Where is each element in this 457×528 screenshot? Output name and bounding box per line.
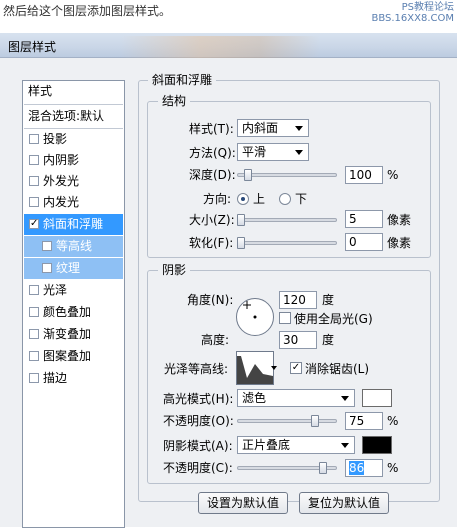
highlight-opacity-unit: % <box>387 414 399 428</box>
checkbox[interactable] <box>29 307 39 317</box>
highlight-mode-label: 高光模式(H): <box>163 392 234 406</box>
highlight-mode-dropdown[interactable]: 滤色 <box>237 389 355 407</box>
styles-list: 样式 混合选项:默认 投影 内阴影 外发光 内发光 ✓ 斜面和浮雕 等高线 纹理… <box>22 80 125 528</box>
size-slider-thumb[interactable] <box>237 214 245 226</box>
highlight-opacity-slider[interactable] <box>237 419 337 423</box>
chevron-down-icon <box>295 150 303 155</box>
checkbox[interactable] <box>29 134 39 144</box>
anti-alias-checkbox[interactable]: ✓ <box>290 362 302 374</box>
make-default-button[interactable]: 设置为默认值 <box>198 492 288 514</box>
checkbox[interactable] <box>29 351 39 361</box>
direction-down-radio[interactable] <box>279 193 291 205</box>
checkbox[interactable] <box>42 241 52 251</box>
style-item-bevel-emboss[interactable]: ✓ 斜面和浮雕 <box>24 214 123 235</box>
technique-dropdown[interactable]: 平滑 <box>237 143 309 161</box>
styles-header[interactable]: 样式 <box>24 81 123 102</box>
contour-dropdown-arrow-icon[interactable] <box>271 366 277 370</box>
angle-label: 角度(N): <box>187 293 234 307</box>
altitude-unit: 度 <box>322 333 335 347</box>
soften-slider[interactable] <box>237 241 337 245</box>
style-item-outer-glow[interactable]: 外发光 <box>24 171 123 192</box>
global-light-label: 使用全局光(G) <box>294 312 373 326</box>
watermark-line-2: BBS.16XX8.COM <box>371 13 454 24</box>
caption-text: 然后给这个图层添加图层样式。 <box>3 4 172 18</box>
dialog-title: 图层样式 <box>8 40 57 54</box>
size-label: 大小(Z): <box>189 213 235 227</box>
checkbox-checked[interactable]: ✓ <box>29 219 39 229</box>
style-item-color-overlay[interactable]: 颜色叠加 <box>24 302 123 323</box>
background-photo-strip <box>120 36 320 58</box>
style-item-satin[interactable]: 光泽 <box>24 280 123 301</box>
structure-title: 结构 <box>158 94 191 108</box>
chevron-down-icon <box>295 126 303 131</box>
checkbox[interactable] <box>29 176 39 186</box>
depth-unit: % <box>387 168 399 182</box>
shading-title: 阴影 <box>158 263 191 277</box>
shadow-color-swatch[interactable] <box>362 436 392 454</box>
bevel-emboss-title: 斜面和浮雕 <box>148 73 217 87</box>
style-item-gradient-overlay[interactable]: 渐变叠加 <box>24 324 123 345</box>
anti-alias-label: 消除锯齿(L) <box>305 362 370 376</box>
technique-label: 方法(Q): <box>189 146 236 160</box>
global-light-checkbox[interactable] <box>279 312 291 324</box>
depth-input[interactable]: 100 <box>345 166 383 184</box>
chevron-down-icon <box>341 396 349 401</box>
divider <box>24 104 123 105</box>
checkbox[interactable] <box>29 197 39 207</box>
depth-slider[interactable] <box>237 173 337 177</box>
chevron-down-icon <box>341 443 349 448</box>
size-unit: 像素 <box>387 213 412 227</box>
style-item-pattern-overlay[interactable]: 图案叠加 <box>24 346 123 367</box>
direction-label: 方向: <box>203 192 232 206</box>
highlight-opacity-thumb[interactable] <box>311 415 319 427</box>
style-item-drop-shadow[interactable]: 投影 <box>24 129 123 150</box>
checkbox[interactable] <box>42 263 52 273</box>
checkbox[interactable] <box>29 155 39 165</box>
size-slider[interactable] <box>237 218 337 222</box>
checkbox[interactable] <box>29 329 39 339</box>
soften-unit: 像素 <box>387 236 412 250</box>
angle-input[interactable]: 120 <box>279 291 317 309</box>
watermark: PS教程论坛 BBS.16XX8.COM <box>371 2 454 24</box>
highlight-color-swatch[interactable] <box>362 389 392 407</box>
altitude-label: 高度: <box>201 333 230 347</box>
style-label: 样式(T): <box>189 122 234 136</box>
angle-crosshair-icon <box>243 301 257 319</box>
checkbox[interactable] <box>29 373 39 383</box>
style-item-contour[interactable]: 等高线 <box>24 236 123 257</box>
shadow-mode-label: 阴影模式(A): <box>163 439 233 453</box>
shadow-mode-dropdown[interactable]: 正片叠底 <box>237 436 355 454</box>
angle-dial[interactable] <box>236 298 274 336</box>
highlight-opacity-label: 不透明度(O): <box>163 414 234 428</box>
shadow-opacity-label: 不透明度(C): <box>163 461 233 475</box>
checkbox[interactable] <box>29 285 39 295</box>
style-dropdown[interactable]: 内斜面 <box>237 119 309 137</box>
style-item-stroke[interactable]: 描边 <box>24 368 123 389</box>
depth-slider-thumb[interactable] <box>244 169 252 181</box>
gloss-contour-preview[interactable] <box>236 351 274 385</box>
blend-options-item[interactable]: 混合选项:默认 <box>24 106 123 127</box>
shadow-opacity-unit: % <box>387 461 399 475</box>
gloss-contour-label: 光泽等高线: <box>164 362 229 376</box>
soften-input[interactable]: 0 <box>345 233 383 251</box>
style-item-inner-glow[interactable]: 内发光 <box>24 192 123 213</box>
style-item-inner-shadow[interactable]: 内阴影 <box>24 150 123 171</box>
watermark-line-1: PS教程论坛 <box>401 2 454 13</box>
highlight-opacity-input[interactable]: 75 <box>345 412 383 430</box>
altitude-input[interactable]: 30 <box>279 331 317 349</box>
contour-curve-icon <box>237 356 273 384</box>
soften-label: 软化(F): <box>189 236 234 250</box>
shadow-opacity-input[interactable]: 86 <box>345 459 383 477</box>
soften-slider-thumb[interactable] <box>237 237 245 249</box>
style-item-texture[interactable]: 纹理 <box>24 258 123 279</box>
direction-up-label: 上 <box>253 192 266 206</box>
reset-default-button[interactable]: 复位为默认值 <box>299 492 389 514</box>
angle-unit: 度 <box>322 293 335 307</box>
direction-up-radio[interactable] <box>237 193 249 205</box>
shadow-opacity-thumb[interactable] <box>319 462 327 474</box>
size-input[interactable]: 5 <box>345 210 383 228</box>
direction-down-label: 下 <box>295 192 308 206</box>
depth-label: 深度(D): <box>189 168 236 182</box>
